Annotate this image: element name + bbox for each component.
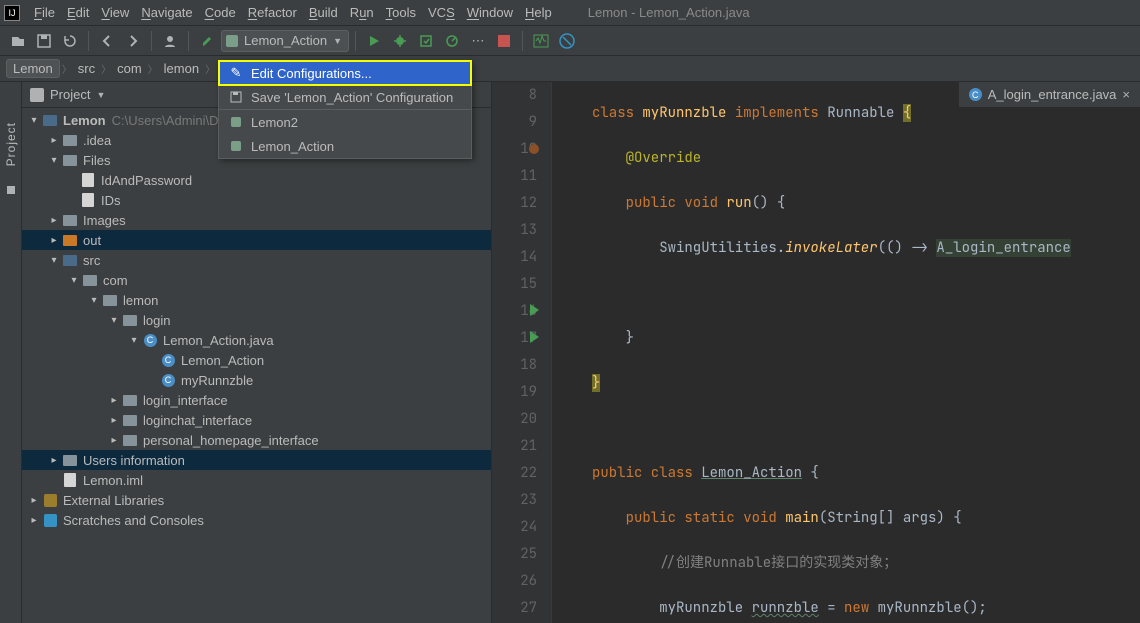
stop-circle-icon[interactable] [555, 29, 579, 53]
menu-edit[interactable]: Edit [61, 0, 95, 25]
coverage-icon[interactable] [414, 29, 438, 53]
tree-node[interactable]: IdAndPassword [22, 170, 491, 190]
stop-icon[interactable] [492, 29, 516, 53]
toolbar: Lemon_Action ▼ ⋯ [0, 26, 1140, 56]
breadcrumb: Lemon 〉 src 〉 com 〉 lemon 〉 logir [0, 56, 1140, 82]
menu-refactor[interactable]: Refactor [242, 0, 303, 25]
editor-tab[interactable]: C A_login_entrance.java × [958, 82, 1140, 108]
tree-node[interactable]: ▸loginchat_interface [22, 410, 491, 430]
menu-bar: IJ File Edit View Navigate Code Refactor… [0, 0, 1140, 26]
config-item[interactable]: Lemon2 [219, 110, 471, 134]
attach-icon[interactable]: ⋯ [466, 29, 490, 53]
menu-tools[interactable]: Tools [380, 0, 422, 25]
menu-window[interactable]: Window [461, 0, 519, 25]
hammer-icon[interactable] [195, 29, 219, 53]
menu-view[interactable]: View [95, 0, 135, 25]
menu-build[interactable]: Build [303, 0, 344, 25]
tree-node[interactable]: ▸login_interface [22, 390, 491, 410]
tree-node[interactable]: ▸Users information [22, 450, 491, 470]
run-config-popup: ✎ Edit Configurations... Save 'Lemon_Act… [218, 60, 472, 159]
chevron-down-icon: ▼ [333, 36, 342, 46]
app-config-icon [229, 139, 243, 153]
forward-icon[interactable] [121, 29, 145, 53]
tree-node[interactable]: ▾login [22, 310, 491, 330]
project-tab[interactable]: Project [4, 122, 18, 166]
class-icon: C [969, 88, 982, 101]
chevron-down-icon[interactable]: ▼ [96, 90, 105, 100]
code-editor[interactable]: 8 9 10 11 12 13 14 15 16 17 18 19 20 21 … [492, 82, 1140, 623]
menu-vcs[interactable]: VCS [422, 0, 461, 25]
tree-node[interactable]: CLemon_Action [22, 350, 491, 370]
breadcrumb-item[interactable]: src [74, 61, 99, 76]
tree-node[interactable]: CmyRunnzble [22, 370, 491, 390]
run-config-icon [226, 35, 238, 47]
tree-node[interactable]: ▾src [22, 250, 491, 270]
tree-node[interactable]: ▸External Libraries [22, 490, 491, 510]
edit-icon: ✎ [229, 66, 243, 80]
profile-icon[interactable] [158, 29, 182, 53]
edit-configurations[interactable]: ✎ Edit Configurations... [219, 61, 471, 85]
menu-navigate[interactable]: Navigate [135, 0, 198, 25]
tree-node[interactable]: ▸personal_homepage_interface [22, 430, 491, 450]
menu-run[interactable]: Run [344, 0, 380, 25]
tree-node[interactable]: ▾lemon [22, 290, 491, 310]
tree-node[interactable]: ▾CLemon_Action.java [22, 330, 491, 350]
tool-window-bar: Project [0, 82, 22, 623]
back-icon[interactable] [95, 29, 119, 53]
code-content[interactable]: class myRunnzble implements Runnable { @… [552, 82, 1140, 623]
breadcrumb-item[interactable]: lemon [160, 61, 203, 76]
save-icon[interactable] [32, 29, 56, 53]
profiler-icon[interactable] [440, 29, 464, 53]
project-tool-window: Project ▼ ▾LemonC:\Users\Admini\D ▸.idea… [22, 82, 492, 623]
open-icon[interactable] [6, 29, 30, 53]
structure-tab-icon[interactable] [7, 186, 15, 194]
run-config-label: Lemon_Action [244, 33, 327, 48]
window-title: Lemon - Lemon_Action.java [588, 5, 750, 20]
close-icon[interactable]: × [1122, 87, 1130, 102]
tree-node[interactable]: IDs [22, 190, 491, 210]
run-config-dropdown[interactable]: Lemon_Action ▼ [221, 30, 349, 52]
project-header-label: Project [50, 87, 90, 102]
activity-icon[interactable] [529, 29, 553, 53]
save-configuration[interactable]: Save 'Lemon_Action' Configuration [219, 85, 471, 109]
config-item[interactable]: Lemon_Action [219, 134, 471, 158]
breadcrumb-root[interactable]: Lemon [6, 59, 60, 78]
project-icon [30, 88, 44, 102]
breadcrumb-item[interactable]: com [113, 61, 146, 76]
app-logo: IJ [4, 5, 20, 21]
tree-node[interactable]: ▸out [22, 230, 491, 250]
save-icon [229, 90, 243, 104]
tree-node[interactable]: Lemon.iml [22, 470, 491, 490]
run-icon[interactable] [362, 29, 386, 53]
project-tree: ▾LemonC:\Users\Admini\D ▸.idea ▾Files Id… [22, 108, 491, 623]
editor-gutter: 8 9 10 11 12 13 14 15 16 17 18 19 20 21 … [492, 82, 552, 623]
menu-code[interactable]: Code [199, 0, 242, 25]
tree-node[interactable]: ▸Images [22, 210, 491, 230]
refresh-icon[interactable] [58, 29, 82, 53]
app-config-icon [229, 115, 243, 129]
tree-node[interactable]: ▸Scratches and Consoles [22, 510, 491, 530]
menu-file[interactable]: File [28, 0, 61, 25]
debug-icon[interactable] [388, 29, 412, 53]
tree-node[interactable]: ▾com [22, 270, 491, 290]
editor-tab-label: A_login_entrance.java [988, 87, 1117, 102]
menu-help[interactable]: Help [519, 0, 558, 25]
